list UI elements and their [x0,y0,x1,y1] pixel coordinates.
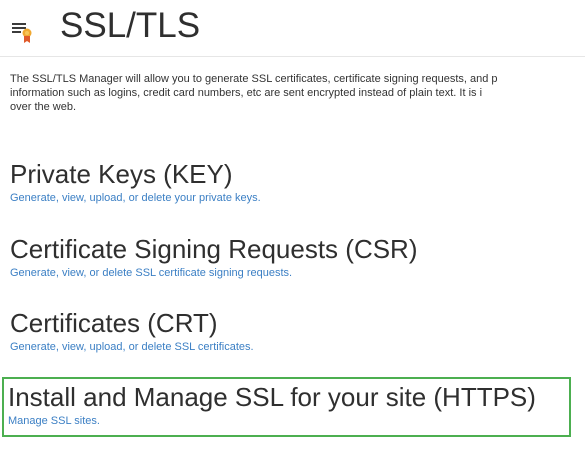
csr-link[interactable]: Generate, view, or delete SSL certificat… [10,266,418,281]
page-description: The SSL/TLS Manager will allow you to ge… [10,72,585,114]
section-title-manage-ssl: Install and Manage SSL for your site (HT… [8,382,536,412]
description-line: over the web. [10,101,77,113]
section-certificates: Certificates (CRT) Generate, view, uploa… [10,307,254,355]
certificates-link[interactable]: Generate, view, upload, or delete SSL ce… [10,340,254,355]
page-title: SSL/TLS [60,6,201,45]
section-title-certificates: Certificates (CRT) [10,308,218,338]
section-title-csr: Certificate Signing Requests (CSR) [10,234,418,264]
private-keys-link[interactable]: Generate, view, upload, or delete your p… [10,191,261,206]
description-line: The SSL/TLS Manager will allow you to ge… [10,73,498,85]
page-header: SSL/TLS [0,0,585,57]
section-private-keys: Private Keys (KEY) Generate, view, uploa… [10,158,261,206]
description-line: information such as logins, credit card … [10,87,483,99]
ssl-certificate-icon [10,17,36,43]
section-csr: Certificate Signing Requests (CSR) Gener… [10,233,418,281]
ssl-tls-page: SSL/TLS The SSL/TLS Manager will allow y… [0,0,585,450]
section-title-private-keys: Private Keys (KEY) [10,159,233,189]
manage-ssl-sites-link[interactable]: Manage SSL sites. [8,414,536,429]
section-manage-ssl-sites: Install and Manage SSL for your site (HT… [8,381,536,429]
